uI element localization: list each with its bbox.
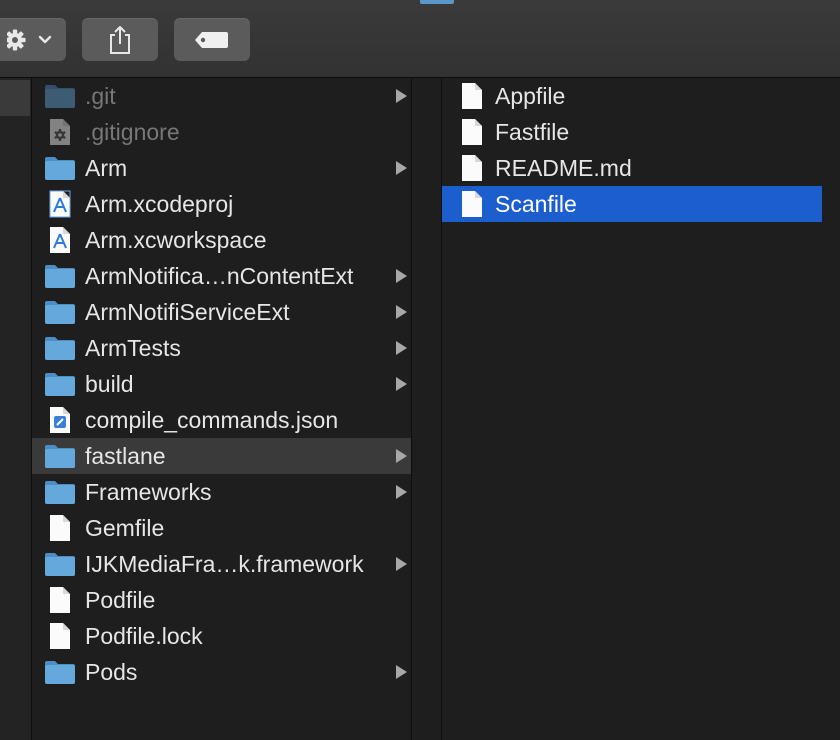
json-file-icon [44, 406, 76, 434]
config-file-icon [44, 118, 76, 146]
folder-row[interactable]: IJKMediaFra…k.framework [32, 546, 411, 582]
item-label: Podfile.lock [85, 623, 203, 649]
share-icon [110, 25, 130, 54]
tags-button[interactable] [174, 18, 250, 61]
folder-icon [44, 298, 76, 326]
xcode-workspace-icon [44, 226, 76, 254]
file-row[interactable]: Arm.xcodeproj [32, 186, 411, 222]
folder-row[interactable]: Frameworks [32, 474, 411, 510]
item-label: Fastfile [495, 119, 570, 145]
file-row[interactable]: Scanfile [442, 186, 822, 222]
item-label: ArmNotifica…nContentExt [85, 263, 354, 289]
folder-icon [44, 658, 76, 686]
disclosure-arrow-icon [396, 269, 407, 283]
folder-row[interactable]: fastlane [32, 438, 411, 474]
parent-selection [0, 80, 30, 116]
document-icon [44, 586, 76, 614]
finder-window: .git .gitignore Arm Arm.xcodeproj Arm.xc… [0, 0, 840, 740]
folder-icon [44, 550, 76, 578]
folder-icon [44, 262, 76, 290]
file-row[interactable]: Gemfile [32, 510, 411, 546]
document-icon [456, 154, 488, 182]
xcode-project-icon [44, 190, 76, 218]
disclosure-arrow-icon [396, 665, 407, 679]
folder-icon [44, 154, 76, 182]
document-icon [44, 622, 76, 650]
folder-row[interactable]: .git [32, 78, 411, 114]
browser-column-project[interactable]: .git .gitignore Arm Arm.xcodeproj Arm.xc… [32, 78, 412, 740]
item-label: Arm.xcodeproj [85, 191, 234, 217]
toolbar [0, 0, 840, 78]
document-icon [456, 118, 488, 146]
folder-icon [44, 370, 76, 398]
item-label: .git [85, 83, 116, 109]
item-label: compile_commands.json [85, 407, 339, 433]
column-divider[interactable] [412, 78, 442, 740]
folder-icon [44, 82, 76, 110]
item-label: Podfile [85, 587, 156, 613]
disclosure-arrow-icon [396, 485, 407, 499]
disclosure-arrow-icon [396, 305, 407, 319]
item-label: IJKMediaFra…k.framework [85, 551, 364, 577]
file-row[interactable]: .gitignore [32, 114, 411, 150]
item-label: Arm.xcworkspace [85, 227, 267, 253]
folder-icon [44, 334, 76, 362]
disclosure-arrow-icon [396, 161, 407, 175]
folder-row[interactable]: Pods [32, 654, 411, 690]
item-label: Arm [85, 155, 128, 181]
file-row[interactable]: Podfile.lock [32, 618, 411, 654]
file-row[interactable]: Appfile [442, 78, 822, 114]
disclosure-arrow-icon [396, 89, 407, 103]
gear-icon [7, 29, 52, 50]
item-label: Frameworks [85, 479, 212, 505]
file-row[interactable]: Podfile [32, 582, 411, 618]
disclosure-arrow-icon [396, 377, 407, 391]
folder-row[interactable]: ArmNotifiServiceExt [32, 294, 411, 330]
item-label: Scanfile [495, 191, 577, 217]
file-row[interactable]: Arm.xcworkspace [32, 222, 411, 258]
parent-column[interactable] [0, 78, 32, 740]
item-label: .gitignore [85, 119, 180, 145]
title-folder-icon [420, 0, 454, 4]
file-row[interactable]: README.md [442, 150, 822, 186]
document-icon [44, 514, 76, 542]
item-label: fastlane [85, 443, 166, 469]
share-button[interactable] [82, 18, 158, 61]
folder-row[interactable]: build [32, 366, 411, 402]
disclosure-arrow-icon [396, 557, 407, 571]
item-label: ArmTests [85, 335, 181, 361]
folder-icon [44, 478, 76, 506]
browser-column-fastlane[interactable]: Appfile Fastfile README.md Scanfile [442, 78, 840, 740]
document-icon [456, 190, 488, 218]
item-label: build [85, 371, 134, 397]
folder-icon [44, 442, 76, 470]
item-label: Gemfile [85, 515, 165, 541]
file-row[interactable]: compile_commands.json [32, 402, 411, 438]
item-label: Appfile [495, 83, 566, 109]
item-label: ArmNotifiServiceExt [85, 299, 290, 325]
folder-row[interactable]: ArmTests [32, 330, 411, 366]
folder-row[interactable]: Arm [32, 150, 411, 186]
disclosure-arrow-icon [396, 341, 407, 355]
file-row[interactable]: Fastfile [442, 114, 822, 150]
item-label: README.md [495, 155, 632, 181]
disclosure-arrow-icon [396, 449, 407, 463]
tag-icon [195, 31, 228, 48]
action-menu-button[interactable] [0, 18, 66, 61]
document-icon [456, 82, 488, 110]
chevron-down-icon [38, 35, 52, 43]
folder-row[interactable]: ArmNotifica…nContentExt [32, 258, 411, 294]
item-label: Pods [85, 659, 138, 685]
